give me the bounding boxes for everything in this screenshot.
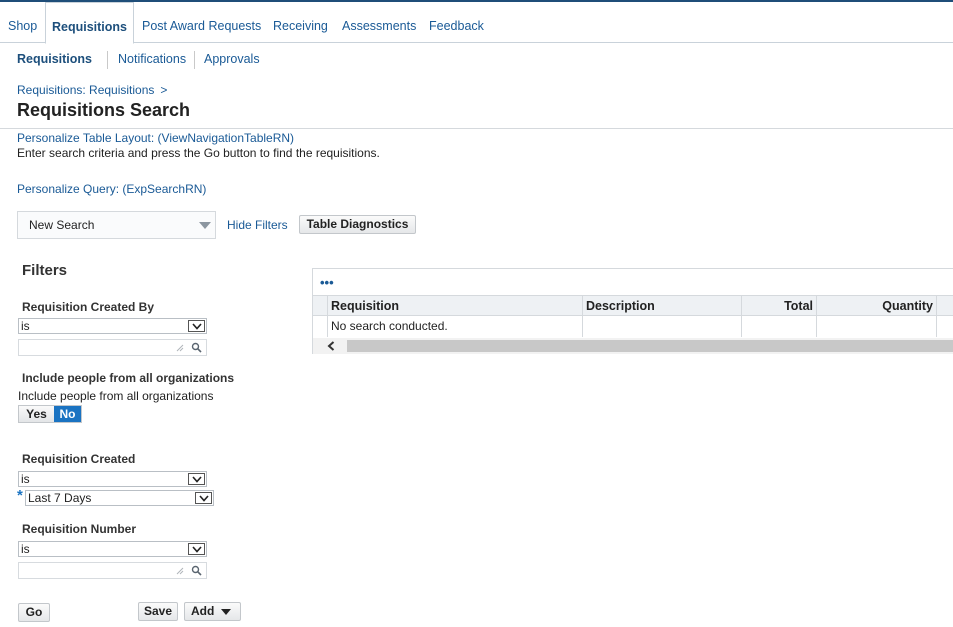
- instruction-text: Enter search criteria and press the Go b…: [17, 146, 380, 160]
- table-row: No search conducted.: [313, 316, 953, 337]
- add-button[interactable]: Add: [184, 602, 241, 621]
- chevron-down-icon: [199, 222, 211, 229]
- created-by-label: Requisition Created By: [22, 300, 155, 314]
- column-header-more: [936, 296, 953, 317]
- requisition-number-input[interactable]: [18, 562, 207, 579]
- personalize-table-link[interactable]: Personalize Table Layout: (ViewNavigatio…: [17, 131, 294, 145]
- breadcrumb-separator: >: [160, 83, 168, 97]
- save-button[interactable]: Save: [138, 602, 178, 621]
- tab-requisitions[interactable]: Requisitions: [45, 2, 134, 44]
- column-header-description[interactable]: Description: [582, 296, 741, 317]
- tab-post-award-requests[interactable]: Post Award Requests: [142, 2, 261, 43]
- subtab-notifications[interactable]: Notifications: [118, 52, 186, 66]
- requisition-created-label: Requisition Created: [22, 452, 136, 466]
- results-table: ••• Requisition Description Total Quanti…: [312, 268, 953, 354]
- scroll-left-icon[interactable]: [327, 341, 335, 351]
- empty-message: No search conducted.: [327, 316, 582, 337]
- table-header: Requisition Description Total Quantity: [313, 295, 953, 317]
- subtab-approvals[interactable]: Approvals: [204, 52, 260, 66]
- tab-assessments[interactable]: Assessments: [342, 2, 416, 43]
- subtab-requisitions[interactable]: Requisitions: [17, 52, 92, 66]
- saved-search-select[interactable]: New Search: [17, 211, 216, 239]
- saved-search-value: New Search: [29, 218, 95, 232]
- resize-grip-icon: [176, 344, 184, 352]
- toggle-yes[interactable]: Yes: [19, 406, 54, 422]
- breadcrumb-link[interactable]: Requisitions: Requisitions: [17, 83, 154, 97]
- chevron-down-icon: [195, 492, 212, 504]
- subtab-divider: [107, 51, 108, 69]
- column-header-total[interactable]: Total: [741, 296, 816, 317]
- table-cell: [816, 316, 936, 337]
- created-operator-select[interactable]: is: [18, 471, 207, 487]
- search-icon[interactable]: [191, 342, 202, 353]
- table-cell: [741, 316, 816, 337]
- created-value: Last 7 Days: [28, 491, 92, 505]
- requisition-number-label: Requisition Number: [22, 522, 137, 536]
- number-operator-value: is: [21, 542, 30, 556]
- table-cell: [936, 316, 953, 337]
- tab-shop[interactable]: Shop: [8, 2, 37, 43]
- filters-heading: Filters: [22, 262, 68, 279]
- number-operator-select[interactable]: is: [18, 541, 207, 557]
- breadcrumb: Requisitions: Requisitions >: [17, 83, 167, 97]
- search-icon[interactable]: [191, 565, 202, 576]
- chevron-down-icon: [188, 320, 205, 332]
- include-people-sublabel: Include people from all organizations: [18, 389, 214, 403]
- created-by-operator-select[interactable]: is: [18, 318, 207, 334]
- title-divider: [0, 128, 953, 129]
- required-indicator: *: [17, 487, 23, 504]
- more-actions-icon[interactable]: •••: [320, 275, 334, 290]
- column-header-requisition[interactable]: Requisition: [327, 296, 582, 317]
- horizontal-scrollbar[interactable]: [313, 338, 953, 354]
- include-people-label: Include people from all organizations: [22, 371, 235, 385]
- chevron-down-icon: [188, 473, 205, 485]
- personalize-query-link[interactable]: Personalize Query: (ExpSearchRN): [17, 182, 206, 196]
- resize-grip-icon: [176, 567, 184, 575]
- created-operator-value: is: [21, 472, 30, 486]
- hide-filters-link[interactable]: Hide Filters: [227, 218, 288, 232]
- subtab-divider: [194, 51, 195, 69]
- include-people-toggle[interactable]: Yes No: [18, 405, 82, 423]
- main-tab-bar: Shop Requisitions Post Award Requests Re…: [0, 2, 953, 44]
- page-title: Requisitions Search: [17, 100, 191, 120]
- tab-feedback[interactable]: Feedback: [429, 2, 484, 43]
- chevron-down-icon: [188, 543, 205, 555]
- add-button-label: Add: [191, 604, 215, 618]
- toggle-no[interactable]: No: [54, 406, 81, 422]
- go-button[interactable]: Go: [18, 603, 50, 622]
- created-by-operator-value: is: [21, 319, 30, 333]
- created-value-select[interactable]: Last 7 Days: [25, 490, 214, 506]
- table-cell: [582, 316, 741, 337]
- table-diagnostics-button[interactable]: Table Diagnostics: [299, 215, 416, 234]
- caret-down-icon: [221, 609, 231, 615]
- column-header-quantity[interactable]: Quantity: [816, 296, 936, 317]
- scrollbar-thumb[interactable]: [347, 340, 953, 352]
- tab-receiving[interactable]: Receiving: [273, 2, 328, 43]
- created-by-search-input[interactable]: [18, 339, 207, 356]
